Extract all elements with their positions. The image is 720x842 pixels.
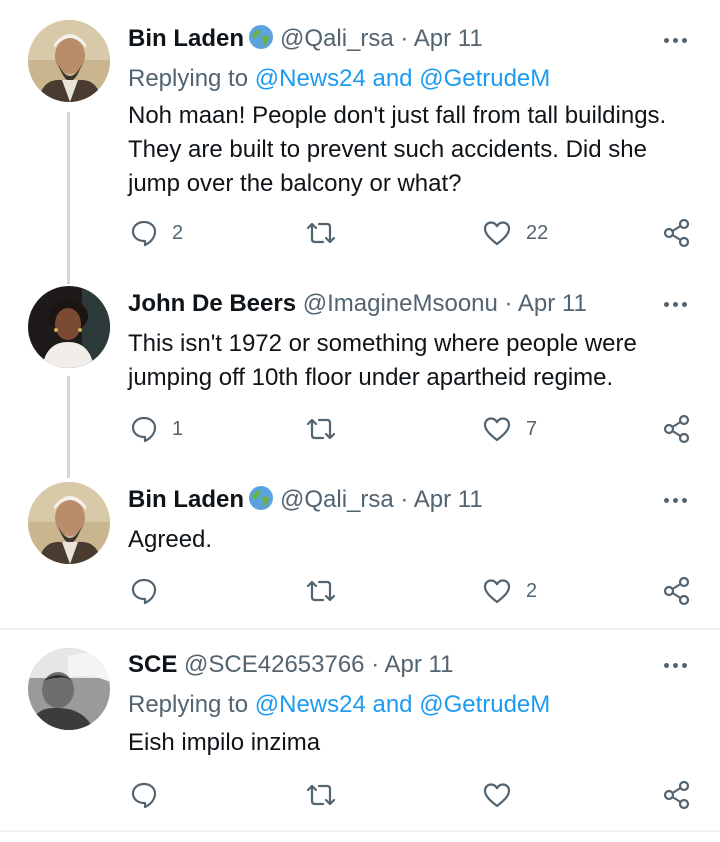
replying-prefix: Replying to: [128, 691, 249, 718]
heart-icon: [482, 781, 512, 809]
like-button[interactable]: [482, 780, 526, 810]
tweet-text: Eish impilo inzima: [128, 729, 321, 756]
share-button[interactable]: [662, 780, 692, 810]
replying-targets[interactable]: @News24 and @GetrudeM: [255, 691, 551, 718]
timestamp[interactable]: · Apr 11: [371, 651, 453, 678]
avatar[interactable]: [28, 648, 110, 730]
divider: [0, 830, 720, 832]
reply-button[interactable]: [130, 780, 172, 810]
display-name[interactable]: SCE: [128, 651, 177, 678]
replying-to: Replying to @News24 and @GetrudeM: [128, 690, 550, 720]
share-icon: [662, 780, 692, 810]
reply-bubble-icon: [130, 781, 158, 809]
tweet-actions: [128, 780, 698, 810]
retweet-icon: [304, 781, 338, 809]
tweet[interactable]: SCE @SCE42653766 · Apr 11 Replying to @N…: [0, 0, 720, 830]
retweet-button[interactable]: [304, 780, 352, 810]
handle[interactable]: @SCE42653766: [184, 651, 365, 678]
tweet-header: SCE @SCE42653766 · Apr 11: [128, 650, 453, 680]
more-dots-icon[interactable]: [664, 655, 692, 675]
